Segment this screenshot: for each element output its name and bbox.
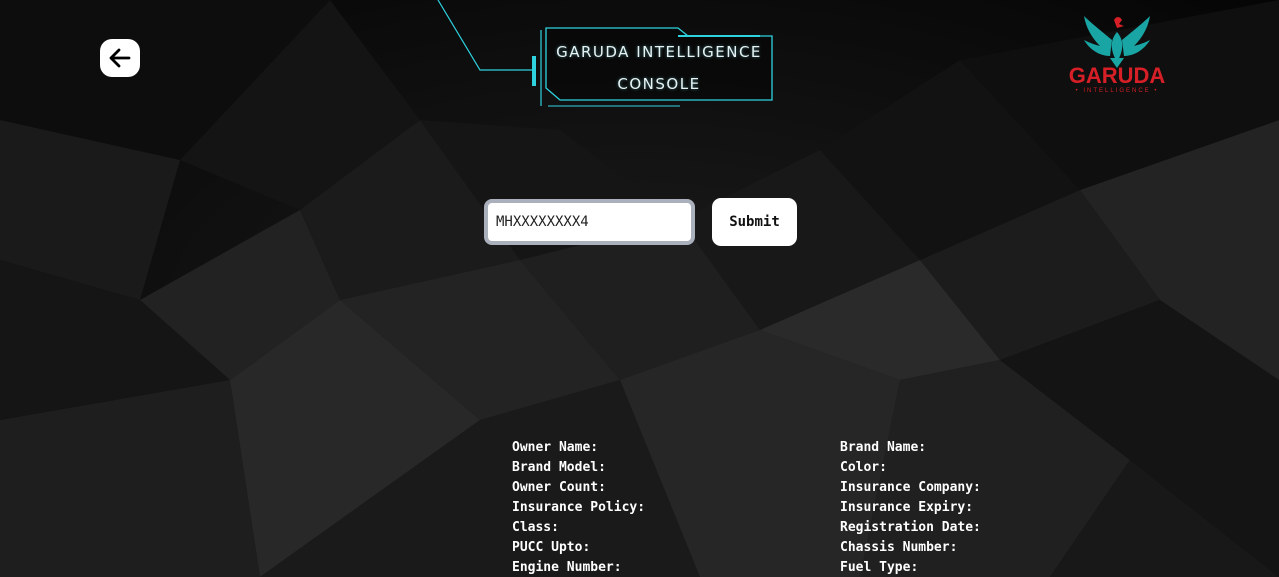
field-fuel-type: Fuel Type: xyxy=(840,560,919,575)
back-button[interactable] xyxy=(100,39,140,77)
console-title-line2: CONSOLE xyxy=(617,75,701,93)
arrow-left-icon xyxy=(109,48,131,68)
logo-name: GARUDA xyxy=(1068,63,1166,88)
field-owner-count: Owner Count: xyxy=(512,480,606,495)
field-chassis-number: Chassis Number: xyxy=(840,540,958,555)
details-right-column: Brand Name: Color: Insurance Company: In… xyxy=(840,438,981,577)
page: GARUDA INTELLIGENCE CONSOLE GARUDA • INT… xyxy=(0,0,1279,577)
field-insurance-expiry: Insurance Expiry: xyxy=(840,500,974,515)
submit-button[interactable]: Submit xyxy=(712,198,797,246)
field-color: Color: xyxy=(840,460,887,475)
vehicle-number-input[interactable] xyxy=(484,199,695,245)
field-brand-model: Brand Model: xyxy=(512,460,606,475)
details-left-column: Owner Name: Brand Model: Owner Count: In… xyxy=(512,438,645,577)
field-insurance-company: Insurance Company: xyxy=(840,480,981,495)
console-title-line1: GARUDA INTELLIGENCE xyxy=(556,43,762,61)
field-insurance-policy: Insurance Policy: xyxy=(512,500,646,515)
field-brand-name: Brand Name: xyxy=(840,440,927,455)
field-pucc-upto: PUCC Upto: xyxy=(512,540,591,555)
logo-subtitle: • INTELLIGENCE • xyxy=(1075,88,1159,94)
field-registration-date: Registration Date: xyxy=(840,520,981,535)
console-title: GARUDA INTELLIGENCE CONSOLE xyxy=(546,36,772,100)
field-owner-name: Owner Name: xyxy=(512,440,599,455)
field-engine-number: Engine Number: xyxy=(512,560,622,575)
field-class: Class: xyxy=(512,520,559,535)
